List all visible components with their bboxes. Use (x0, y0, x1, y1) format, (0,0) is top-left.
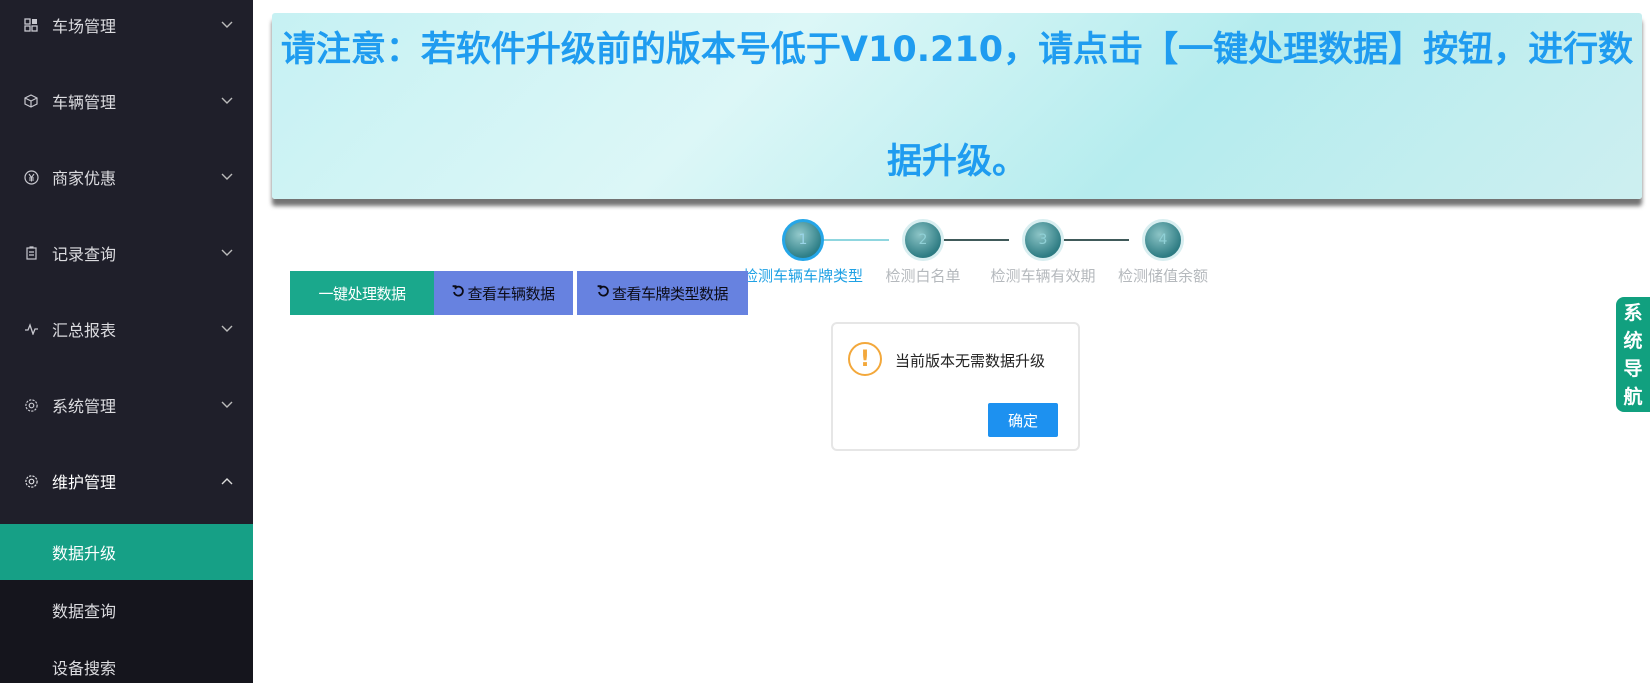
menu-group-maintenance[interactable]: 维护管理 (0, 443, 253, 519)
refresh-icon (597, 284, 610, 302)
menu-group-label: 汇总报表 (52, 321, 117, 340)
sidebar-item-label: 设备搜索 (52, 659, 117, 678)
sidebar-item-data-upgrade[interactable]: 数据升级 (0, 524, 253, 580)
button-label: 一键处理数据 (318, 284, 406, 303)
chevron-down-icon (221, 323, 233, 335)
sidebar-item-label: 数据升级 (52, 544, 117, 563)
step-1-circle: 1 (782, 219, 824, 261)
sidebar: 车场管理 车辆管理 商家优惠 记录查询 汇总报表 系统管理 维护管理 数据升级 … (0, 0, 253, 683)
menu-group-label: 维护管理 (52, 473, 117, 492)
menu-group-reports[interactable]: 汇总报表 (0, 291, 253, 367)
maintenance-submenu: 数据升级 数据查询 设备搜索 (0, 524, 253, 683)
yen-circle-icon (22, 168, 40, 186)
cube-icon (22, 92, 40, 110)
warning-icon: ! (848, 342, 882, 376)
grid-icon (22, 16, 40, 34)
step-number: 4 (1158, 232, 1168, 248)
view-vehicle-data-button[interactable]: 查看车辆数据 (434, 271, 573, 315)
nav-char: 航 (1623, 385, 1643, 408)
message-dialog: ! 当前版本无需数据升级 确定 (831, 322, 1080, 451)
sidebar-item-data-query[interactable]: 数据查询 (0, 582, 253, 638)
one-click-process-button[interactable]: 一键处理数据 (290, 271, 434, 315)
menu-group-label: 系统管理 (52, 397, 117, 416)
chevron-down-icon (221, 19, 233, 31)
step-number: 3 (1038, 232, 1048, 248)
menu-group-parking[interactable]: 车场管理 (0, 0, 253, 63)
menu-group-label: 商家优惠 (52, 169, 117, 188)
nav-char: 系 (1623, 301, 1643, 324)
notice-text: 请注意：若软件升级前的版本号低于V10.210，请点击【一键处理数据】按钮，进行… (280, 30, 1634, 182)
confirm-button[interactable]: 确定 (988, 403, 1058, 437)
menu-group-merchant[interactable]: 商家优惠 (0, 139, 253, 215)
step-4-label: 检测储值余额 (1117, 267, 1209, 285)
step-4-circle: 4 (1142, 219, 1184, 261)
chevron-down-icon (221, 247, 233, 259)
system-navigation-tab[interactable]: 系 统 导 航 (1616, 297, 1650, 412)
sidebar-item-device-search[interactable]: 设备搜索 (0, 639, 253, 683)
step-3-circle: 3 (1022, 219, 1064, 261)
menu-group-vehicles[interactable]: 车辆管理 (0, 63, 253, 139)
chevron-up-icon (221, 475, 233, 487)
chevron-down-icon (221, 95, 233, 107)
gear-icon (22, 396, 40, 414)
chevron-down-icon (221, 171, 233, 183)
dialog-message: 当前版本无需数据升级 (895, 352, 1046, 370)
step-2-circle: 2 (902, 219, 944, 261)
document-icon (22, 244, 40, 262)
view-plate-type-data-button[interactable]: 查看车牌类型数据 (577, 271, 748, 315)
step-1-label: 检测车辆车牌类型 (742, 267, 864, 285)
step-2-label: 检测白名单 (885, 267, 961, 285)
step-3-label: 检测车辆有效期 (990, 267, 1096, 285)
button-label: 查看车牌类型数据 (611, 284, 729, 303)
menu-group-records[interactable]: 记录查询 (0, 215, 253, 291)
app-root: 车场管理 车辆管理 商家优惠 记录查询 汇总报表 系统管理 维护管理 数据升级 … (0, 0, 1650, 683)
progress-steps: 1 2 3 4 检测车辆车牌类型 检测白名单 检测车辆有效期 检测储值余额 (720, 215, 1240, 285)
menu-group-label: 车场管理 (52, 17, 117, 36)
menu-group-system[interactable]: 系统管理 (0, 367, 253, 443)
nav-char: 统 (1623, 329, 1643, 352)
pulse-icon (22, 320, 40, 338)
nav-char: 导 (1623, 357, 1643, 380)
button-label: 查看车辆数据 (467, 284, 555, 303)
upgrade-notice-banner: 请注意：若软件升级前的版本号低于V10.210，请点击【一键处理数据】按钮，进行… (272, 13, 1642, 199)
menu-group-label: 记录查询 (52, 245, 117, 264)
menu-group-label: 车辆管理 (52, 93, 117, 112)
step-number: 1 (798, 232, 808, 248)
gear-icon (22, 472, 40, 490)
chevron-down-icon (221, 399, 233, 411)
step-number: 2 (918, 232, 928, 248)
refresh-icon (452, 284, 465, 302)
sidebar-item-label: 数据查询 (52, 602, 117, 621)
